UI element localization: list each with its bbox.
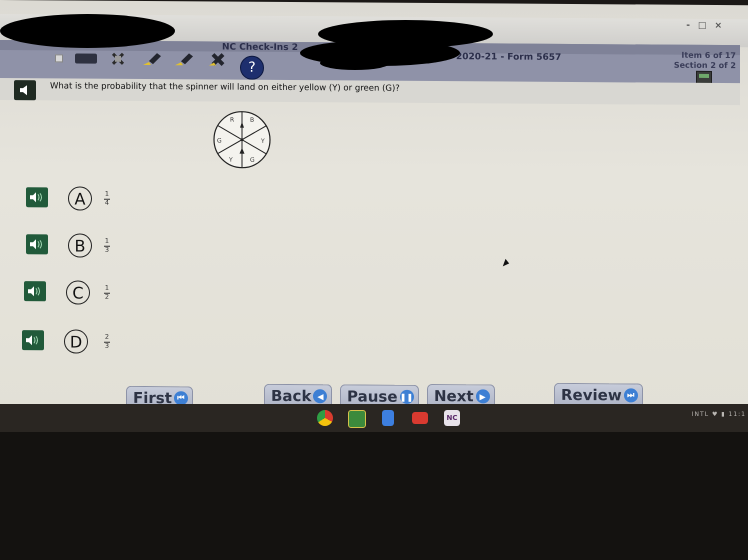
redaction (320, 56, 390, 70)
denominator: 4 (104, 198, 110, 207)
choice-fraction: 14 (104, 189, 110, 207)
google-classroom-icon[interactable] (348, 410, 366, 428)
choice-audio-button[interactable] (26, 187, 48, 208)
help-button[interactable]: ? (240, 55, 264, 80)
spinner-label: R (230, 117, 234, 124)
mouse-cursor (502, 258, 511, 269)
nc-app-icon[interactable]: NC (444, 410, 460, 426)
highlighter-icon (175, 53, 193, 66)
speaker-icon (30, 192, 42, 203)
choice-audio-button[interactable] (26, 234, 48, 255)
arrow-left-icon: ◀ (313, 389, 328, 404)
question-audio-button[interactable] (14, 80, 36, 101)
numerator: 1 (104, 236, 110, 245)
minimize-button[interactable]: - (686, 21, 698, 31)
spinner-label: Y (228, 157, 233, 164)
highlighter-tool-2[interactable] (172, 51, 196, 67)
denominator: 3 (104, 341, 110, 350)
choice-fraction: 12 (104, 283, 110, 301)
speaker-icon (30, 239, 42, 250)
flag-checkbox[interactable] (54, 50, 64, 66)
help-icon: ? (248, 59, 256, 76)
skip-forward-icon: ⏭ (623, 388, 638, 403)
next-label: Next (434, 387, 474, 406)
denominator: 2 (104, 292, 110, 301)
numerator: 1 (104, 189, 110, 198)
answer-choice-d[interactable]: D 23 (0, 0, 748, 354)
speaker-icon (28, 286, 40, 297)
keyboard-layout: INTL (691, 411, 710, 418)
masking-icon (75, 53, 97, 64)
choice-letter[interactable]: B (68, 233, 92, 258)
spinner-label: Y (260, 138, 265, 145)
choice-letter[interactable]: D (64, 329, 88, 354)
denominator: 3 (104, 245, 110, 254)
choice-audio-button[interactable] (24, 281, 46, 302)
back-label: Back (271, 386, 312, 406)
close-button[interactable]: × (714, 21, 730, 31)
item-progress: Item 6 of 17 (681, 50, 736, 61)
arrow-right-icon: ▶ (475, 389, 490, 404)
flag-checkbox-icon (55, 54, 63, 63)
spinner-label: G (250, 157, 255, 164)
highlighter-tool[interactable] (140, 51, 164, 67)
eraser-tool[interactable] (206, 51, 228, 67)
window-controls: -□× (686, 21, 730, 31)
answer-choice-c[interactable]: C 12 (0, 0, 748, 305)
eliminate-answer-tool[interactable] (110, 51, 126, 67)
system-tray[interactable]: INTL ♥ ▮ 11:1 (692, 411, 746, 418)
maximize-button[interactable]: □ (698, 21, 715, 31)
section-progress: Section 2 of 2 (673, 60, 736, 71)
spinner-label: G (217, 138, 222, 145)
progress-info: Item 6 of 17 Section 2 of 2 (674, 51, 736, 71)
choice-fraction: 23 (104, 332, 110, 350)
app-title: NC Check-Ins 2 (222, 42, 298, 54)
review-label: Review (561, 385, 622, 405)
youtube-icon[interactable] (412, 412, 428, 424)
google-docs-icon[interactable] (382, 410, 394, 426)
choice-fraction: 13 (104, 236, 110, 254)
speaker-icon (20, 85, 27, 96)
laptop-bezel (0, 432, 748, 560)
choice-audio-button[interactable] (22, 330, 44, 351)
masking-tool[interactable] (74, 51, 98, 67)
chrome-icon[interactable] (317, 410, 333, 426)
answer-choice-b[interactable]: B 13 (0, 0, 748, 258)
numerator: 1 (104, 283, 110, 292)
speaker-icon (26, 335, 38, 346)
spinner-label: B (250, 117, 254, 124)
eraser-icon (209, 53, 225, 66)
wifi-icon: ♥ (711, 411, 719, 418)
choice-letter[interactable]: C (66, 280, 90, 305)
clock: 11:1 (728, 411, 746, 418)
battery-icon: ▮ (721, 411, 726, 418)
pause-icon: ❚❚ (399, 389, 414, 404)
os-taskbar (0, 404, 748, 432)
answer-choice-a[interactable]: A 14 (0, 0, 748, 211)
spinner-diagram: R B Y G Y G (213, 111, 271, 169)
eliminate-answer-icon (111, 52, 125, 65)
choice-letter[interactable]: A (68, 186, 92, 211)
redaction (0, 14, 175, 48)
numerator: 2 (104, 332, 110, 341)
review-button[interactable]: Review ⏭ (554, 382, 643, 407)
form-label: 2020-21 - Form 5657 (456, 52, 562, 63)
highlighter-icon (143, 53, 161, 66)
